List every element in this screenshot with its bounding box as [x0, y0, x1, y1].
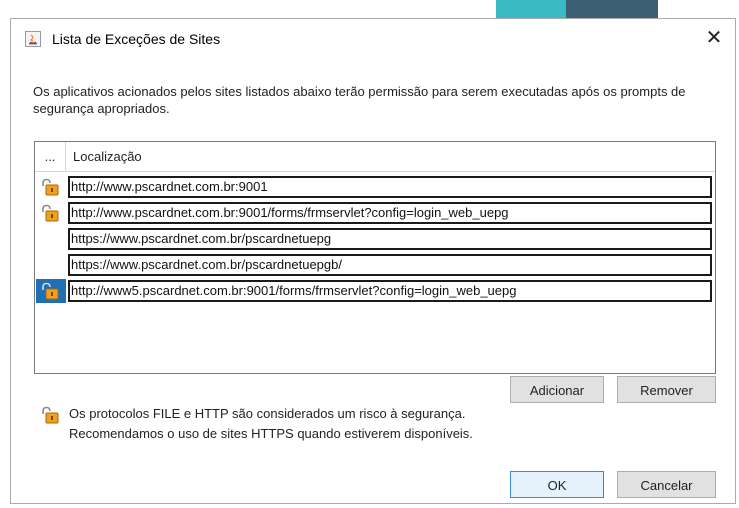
remove-button[interactable]: Remover — [617, 376, 716, 403]
unlocked-padlock-icon — [42, 204, 59, 222]
background-slate-block — [566, 0, 658, 18]
table-row-selected[interactable]: http://www5.pscardnet.com.br:9001/forms/… — [36, 279, 716, 303]
dialog-titlebar: Lista de Exceções de Sites ✕ — [11, 19, 735, 59]
java-icon — [25, 31, 41, 47]
row-url[interactable]: https://www.pscardnet.com.br/pscardnetue… — [68, 228, 712, 250]
row-url[interactable]: https://www.pscardnet.com.br/pscardnetue… — [68, 254, 712, 276]
unlocked-padlock-icon — [42, 282, 59, 300]
close-icon: ✕ — [705, 27, 723, 49]
column-header-location[interactable]: Localização — [73, 142, 142, 171]
unlocked-padlock-icon — [42, 178, 59, 196]
security-note-line2: Recomendamos o uso de sites HTTPS quando… — [69, 426, 473, 441]
row-icon-cell — [36, 227, 66, 251]
security-note: Os protocolos FILE e HTTP são considerad… — [69, 404, 669, 444]
column-header-icon[interactable]: ... — [35, 142, 66, 171]
table-row[interactable]: http://www.pscardnet.com.br:9001/forms/f… — [36, 201, 716, 225]
exception-sites-table[interactable]: ... Localização http://www.pscardnet.com… — [34, 141, 716, 374]
table-row[interactable]: https://www.pscardnet.com.br/pscardnetue… — [36, 253, 716, 277]
security-note-line1: Os protocolos FILE e HTTP são considerad… — [69, 406, 466, 421]
add-button[interactable]: Adicionar — [510, 376, 604, 403]
row-icon-cell-selected — [36, 279, 66, 303]
row-icon-cell — [36, 253, 66, 277]
dialog-description: Os aplicativos acionados pelos sites lis… — [33, 84, 686, 116]
background-teal-block — [496, 0, 566, 18]
unlocked-padlock-icon — [42, 406, 59, 424]
row-url[interactable]: http://www.pscardnet.com.br:9001 — [68, 176, 712, 198]
table-row[interactable]: http://www.pscardnet.com.br:9001 — [36, 175, 716, 199]
row-icon-cell — [36, 175, 66, 199]
close-button[interactable]: ✕ — [699, 24, 729, 52]
row-url[interactable]: http://www5.pscardnet.com.br:9001/forms/… — [68, 280, 712, 302]
cancel-button[interactable]: Cancelar — [617, 471, 716, 498]
site-exception-list-dialog: Lista de Exceções de Sites ✕ Os aplicati… — [10, 18, 736, 504]
row-icon-cell — [36, 201, 66, 225]
ok-button[interactable]: OK — [510, 471, 604, 498]
row-url[interactable]: http://www.pscardnet.com.br:9001/forms/f… — [68, 202, 712, 224]
table-row[interactable]: https://www.pscardnet.com.br/pscardnetue… — [36, 227, 716, 251]
dialog-title: Lista de Exceções de Sites — [52, 31, 221, 47]
background-window-strip — [496, 0, 658, 18]
table-header: ... Localização — [35, 142, 715, 172]
